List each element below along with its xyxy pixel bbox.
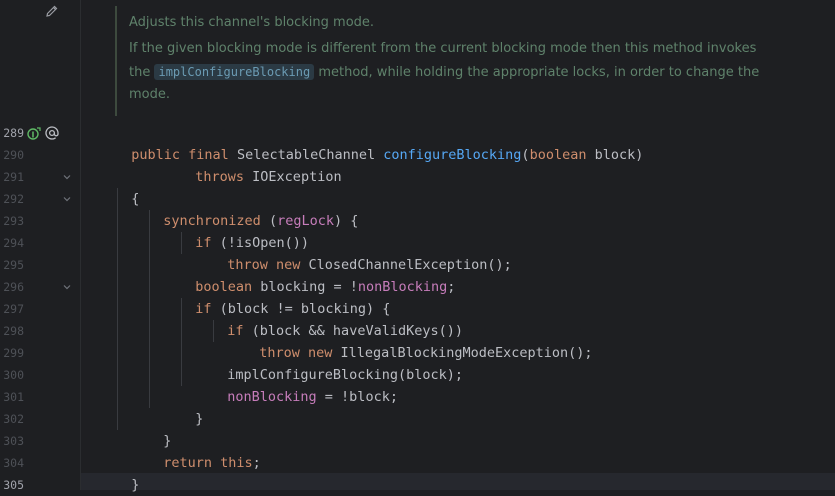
code-token: ; — [447, 279, 456, 295]
line-number: 300 — [3, 368, 24, 382]
line-number: 298 — [3, 324, 24, 338]
code-token: } — [195, 411, 204, 427]
javadoc-line: the implConfigureBlocking method, while … — [129, 61, 759, 84]
line-number: 291 — [3, 170, 24, 184]
indent-guide — [117, 188, 118, 430]
code-token: } — [131, 477, 140, 493]
javadoc-block: Adjusts this channel's blocking mode. If… — [115, 6, 759, 116]
line-number: 292 — [3, 192, 24, 206]
code-token: nonBlocking — [227, 389, 317, 405]
line-number: 294 — [3, 236, 24, 250]
javadoc-line: Adjusts this channel's blocking mode. — [129, 15, 375, 30]
code-line[interactable]: } — [115, 452, 139, 493]
code-line[interactable]: nonBlocking = !block; — [211, 364, 398, 405]
code-token: block) — [586, 147, 644, 163]
line-number: 303 — [3, 434, 24, 448]
line-number: 296 — [3, 280, 24, 294]
code-token: { — [131, 191, 140, 207]
code-line[interactable]: } — [147, 408, 171, 449]
svg-text:I: I — [32, 131, 35, 140]
gutter-separator — [80, 0, 81, 490]
code-line[interactable]: throw new ClosedChannelException(); — [211, 232, 511, 273]
code-token: boolean — [529, 147, 587, 163]
line-number: 293 — [3, 214, 24, 228]
editor-gutter: 289 290 291 292 293 294 295 296 297 298 … — [0, 0, 80, 492]
javadoc-border — [115, 6, 117, 116]
line-number: 295 — [3, 258, 24, 272]
implements-method-icon[interactable]: I — [27, 126, 41, 140]
code-line[interactable]: public final SelectableChannel configure… — [115, 122, 643, 163]
at-sign-icon[interactable] — [44, 125, 60, 141]
chevron-down-icon[interactable] — [62, 276, 72, 298]
code-line[interactable]: implConfigureBlocking(block); — [211, 342, 463, 383]
code-token: ( — [521, 147, 530, 163]
code-line[interactable]: if (block && haveValidKeys()) — [211, 298, 463, 339]
chevron-down-icon[interactable] — [62, 188, 72, 210]
code-token: configureBlocking — [383, 147, 522, 163]
javadoc-text: the — [129, 65, 151, 80]
line-number: 290 — [3, 148, 24, 162]
javadoc-code-link[interactable]: implConfigureBlocking — [154, 64, 315, 80]
chevron-down-icon[interactable] — [62, 166, 72, 188]
code-line[interactable]: throw new IllegalBlockingModeException()… — [243, 320, 592, 361]
code-token: IOException — [252, 169, 342, 185]
code-line[interactable]: { — [115, 166, 139, 207]
code-line[interactable]: throws IOException — [179, 144, 341, 185]
line-number: 299 — [3, 346, 24, 360]
code-token: ; — [252, 455, 261, 471]
javadoc-line: mode. — [129, 87, 170, 102]
code-line[interactable]: synchronized (regLock) { — [147, 188, 358, 229]
code-token: return this — [163, 455, 253, 471]
javadoc-line: If the given blocking mode is different … — [129, 41, 757, 56]
pencil-icon[interactable] — [44, 3, 60, 19]
javadoc-text: method, while holding the appropriate lo… — [318, 65, 760, 80]
code-token: = !block; — [316, 389, 398, 405]
code-line[interactable]: boolean blocking = !nonBlocking; — [179, 254, 455, 295]
code-token: throws — [195, 169, 253, 185]
code-line[interactable]: return this; — [147, 430, 261, 471]
line-number: 301 — [3, 390, 24, 404]
current-line-highlight — [81, 473, 835, 490]
line-number: 289 — [3, 126, 24, 140]
line-number: 297 — [3, 302, 24, 316]
code-line[interactable]: if (block != blocking) { — [179, 276, 390, 317]
line-number: 304 — [3, 456, 24, 470]
indent-guide — [149, 210, 150, 408]
code-line[interactable]: if (!isOpen()) — [179, 210, 309, 251]
line-number: 305 — [3, 478, 24, 492]
code-token: ) { — [333, 213, 359, 229]
line-number: 302 — [3, 412, 24, 426]
code-line[interactable]: } — [179, 386, 203, 427]
